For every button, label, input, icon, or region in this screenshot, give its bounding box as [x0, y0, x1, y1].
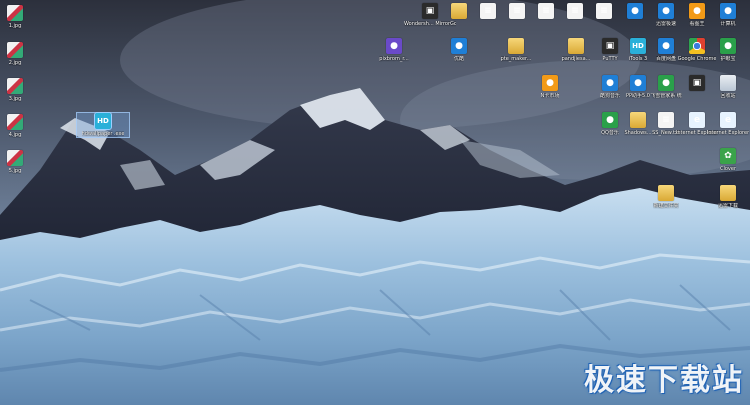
desktop-icon-label: 回收站	[720, 93, 736, 99]
folder-icon	[658, 185, 674, 201]
desktop-icon-label: 2.jpg	[8, 60, 22, 66]
desktop-icon[interactable]: 3.jpg	[0, 78, 41, 102]
desktop-icon-label: pte_maker...	[500, 56, 532, 62]
desktop-icon[interactable]: 5.jpg	[0, 150, 41, 174]
cyan-icon: HD	[94, 112, 112, 130]
bin-icon	[720, 75, 736, 91]
folder-icon	[508, 38, 524, 54]
desktop-icon[interactable]: ● 护眼宝	[702, 38, 750, 62]
desktop-icon[interactable]: 新建文件夹	[640, 185, 692, 209]
desktop-icon[interactable]: ● N卡市场	[524, 75, 576, 99]
ie-icon: e	[720, 112, 736, 128]
desktop-icon[interactable]: 回收站	[702, 75, 750, 99]
desktop-icon[interactable]: pte_maker...	[490, 38, 542, 62]
blue-icon: ●	[451, 38, 467, 54]
folder-icon	[568, 38, 584, 54]
desktop-icon[interactable]: 4.jpg	[0, 114, 41, 138]
desktop-icon-label: Wondersh... MirrorGo	[404, 21, 456, 27]
desktop-icon[interactable]: 2.jpg	[0, 42, 41, 66]
desktop-icon-label: 5.jpg	[8, 168, 22, 174]
desktop-icon-label: 新建文件夹	[653, 203, 679, 209]
desktop-icon[interactable]: e Internet Explorer	[702, 112, 750, 136]
desktop-icon-label: 飞雪管家系 统	[650, 93, 682, 99]
desktop-icon-label: 1.jpg	[8, 23, 22, 29]
desktop-icon-label: N卡市场	[540, 93, 560, 99]
purple-icon: ●	[386, 38, 402, 54]
desktop-icon-label: pixbrom_r...	[379, 56, 409, 62]
img-icon	[7, 42, 23, 58]
img-icon	[7, 150, 23, 166]
desktop[interactable]: 1.jpg 2.jpg 3.jpg 4.jpg 5.jpg ▣ Wondersh... Mi…	[0, 0, 750, 405]
clover-icon: ✿	[720, 148, 736, 164]
img-icon	[7, 5, 23, 21]
desktop-icon[interactable]: ● 计算机	[702, 3, 750, 27]
desktop-icon-label: 迅雷下载	[717, 203, 738, 209]
desktop-icon-label: hdwallpaper .exe	[81, 131, 125, 137]
img-icon	[7, 114, 23, 130]
orange-icon: ●	[542, 75, 558, 91]
desktop-icon-label: 计算机	[720, 21, 736, 27]
img-icon	[7, 78, 23, 94]
desktop-icon-label: 4.jpg	[8, 132, 22, 138]
desktop-icon-label: 护眼宝	[720, 56, 736, 62]
desktop-icon-label: Clover	[719, 166, 737, 172]
desktop-icon[interactable]: 1.jpg	[0, 5, 41, 29]
desktop-icon[interactable]: 迅雷下载	[702, 185, 750, 209]
desktop-icon[interactable]: ● pixbrom_r...	[368, 38, 420, 62]
desktop-icon-label: Internet Explorer	[706, 130, 750, 136]
desktop-icon-label: 优酷	[453, 56, 464, 62]
green-icon: ●	[720, 38, 736, 54]
desktop-icon[interactable]: HD hdwallpaper .exe	[76, 112, 130, 138]
watermark-logo: 极速下载站	[584, 363, 744, 398]
desktop-icon[interactable]: ● 优酷	[433, 38, 485, 62]
desktop-icon[interactable]: ✿ Clover	[702, 148, 750, 172]
folder-icon	[720, 185, 736, 201]
blue-icon: ●	[720, 3, 736, 19]
desktop-icon-label: 3.jpg	[8, 96, 22, 102]
